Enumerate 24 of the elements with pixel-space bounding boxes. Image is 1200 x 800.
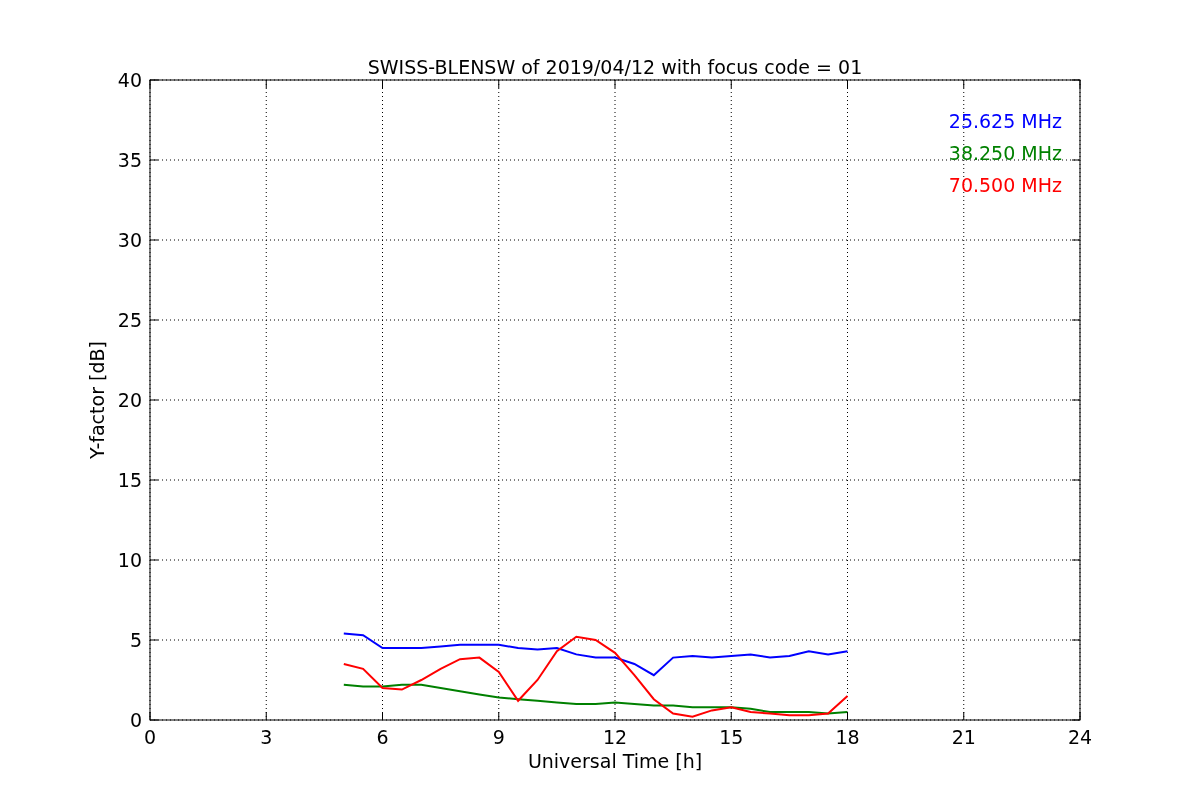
x-tick-label: 18 [835,726,860,748]
y-tick-label: 25 [117,309,142,331]
x-tick-label: 15 [719,726,744,748]
x-tick-label: 21 [951,726,976,748]
y-axis-label: Y-factor [dB] [86,341,108,459]
x-tick-label: 3 [260,726,273,748]
legend-label: 38.250 MHz [948,142,1062,164]
x-tick-label: 12 [602,726,628,748]
y-tick-label: 20 [117,389,142,411]
y-tick-label: 40 [117,69,142,91]
y-tick-label: 10 [117,549,142,571]
legend-label: 70.500 MHz [948,174,1062,196]
x-axis-label: Universal Time [h] [527,750,703,772]
y-tick-label: 5 [129,629,142,651]
x-tick-label: 0 [143,726,157,748]
x-tick-label: 24 [1067,726,1093,748]
x-tick-label: 6 [376,726,389,748]
y-tick-label: 0 [129,709,142,731]
chart-title: SWISS-BLENSW of 2019/04/12 with focus code = 01 [367,56,863,78]
y-tick-label: 15 [117,469,142,491]
x-tick-label: 9 [492,726,505,748]
y-tick-label: 35 [117,149,142,171]
y-tick-label: 30 [117,229,142,251]
legend-label: 25.625 MHz [948,110,1062,132]
